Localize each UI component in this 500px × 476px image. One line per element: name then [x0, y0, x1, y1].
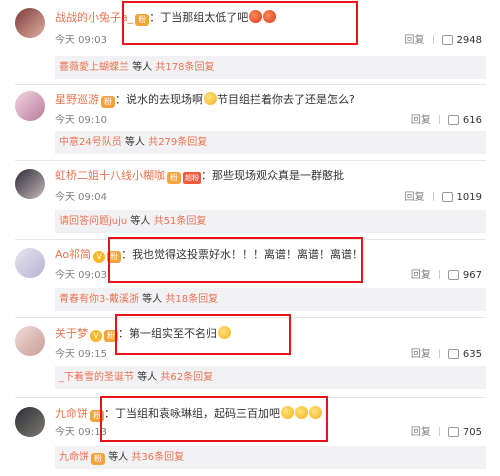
smile-emoji-icon [204, 92, 217, 105]
reply-count-link[interactable]: 共62条回复 [160, 372, 213, 383]
highlight-box [100, 396, 328, 442]
comment-text-2: 节目组拦着你去了还是怎么? [217, 93, 355, 106]
avatar[interactable] [15, 91, 45, 121]
thumb-up-icon[interactable] [441, 35, 453, 45]
reply-button[interactable]: 回复 [411, 349, 431, 360]
fan-badge-icon: 粉 [101, 96, 115, 108]
comment-actions: 回复 2948 [405, 31, 482, 46]
comment-actions: 回复 635 [411, 345, 482, 360]
reply-summary[interactable]: 青春有你3-戴溪浙 等人 共18条回复 [55, 288, 486, 311]
highlight-box [108, 237, 363, 283]
reply-button[interactable]: 回复 [405, 192, 425, 203]
comment-actions: 回复 705 [411, 423, 482, 438]
super-fan-badge: 超粉 [183, 172, 201, 184]
comment-actions: 回复 967 [411, 266, 482, 281]
avatar[interactable] [15, 169, 45, 199]
avatar[interactable] [15, 326, 45, 356]
like-count: 616 [462, 115, 482, 126]
fan-badge-icon: 粉 [91, 453, 105, 465]
comment-actions: 回复 1019 [405, 188, 482, 203]
avatar[interactable] [15, 407, 45, 437]
avatar[interactable] [15, 8, 45, 38]
verified-badge-icon: V [90, 330, 102, 342]
reply-summary[interactable]: 请回答问题juju 等人 共51条回复 [55, 210, 486, 233]
reply-summary[interactable]: 薔薇愛上蝴蝶兰 等人 共178条回复 [55, 56, 486, 79]
thumb-up-icon[interactable] [447, 115, 459, 125]
like-count: 635 [462, 349, 482, 360]
reply-count-link[interactable]: 共51条回复 [154, 216, 207, 227]
reply-button[interactable]: 回复 [411, 115, 431, 126]
thumb-up-icon[interactable] [447, 427, 459, 437]
like-count: 1019 [456, 192, 482, 203]
reply-count-link[interactable]: 共279条回复 [148, 137, 207, 148]
reply-button[interactable]: 回复 [411, 427, 431, 438]
username[interactable]: 九命饼 [55, 407, 88, 420]
comment-time: 今天 09:10 [55, 115, 107, 126]
reply-button[interactable]: 回复 [411, 270, 431, 281]
comment-time: 今天 09:04 [55, 192, 107, 203]
reply-count-link[interactable]: 共178条回复 [155, 62, 214, 73]
verified-badge-icon: V [93, 251, 106, 263]
reply-users[interactable]: 中意24号队员 [59, 137, 122, 148]
username[interactable]: Ao祁简 [55, 248, 91, 261]
reply-users[interactable]: 薔薇愛上蝴蝶兰 [59, 62, 129, 73]
thumb-up-icon[interactable] [441, 192, 453, 202]
reply-users[interactable]: 青春有你3-戴溪浙 [59, 294, 139, 305]
reply-users[interactable]: _下着雪的圣诞节 [59, 372, 134, 383]
like-count: 967 [462, 270, 482, 281]
highlight-box [115, 314, 291, 355]
username[interactable]: 虹桥二姐十八线小糊咖 [55, 169, 165, 182]
reply-summary[interactable]: 九命饼粉 等人 共36条回复 [55, 446, 486, 469]
reply-button[interactable]: 回复 [405, 35, 425, 46]
highlight-box [122, 1, 358, 45]
comment-text: 说水的去现场啊 [126, 93, 203, 106]
thumb-up-icon[interactable] [447, 349, 459, 359]
reply-count-link[interactable]: 共18条回复 [165, 294, 218, 305]
like-count: 2948 [456, 35, 482, 46]
reply-mid: 等人 [124, 137, 145, 148]
reply-mid: 等人 [130, 216, 151, 227]
comment-actions: 回复 616 [411, 111, 482, 126]
comment-time: 今天 09:03 [55, 35, 107, 46]
avatar[interactable] [15, 248, 45, 278]
like-count: 705 [462, 427, 482, 438]
reply-mid: 等人 [108, 452, 129, 463]
divider [15, 160, 486, 161]
reply-count-link[interactable]: 共36条回复 [131, 452, 184, 463]
reply-mid: 等人 [132, 62, 153, 73]
reply-mid: 等人 [137, 372, 158, 383]
reply-users[interactable]: 九命饼 [59, 452, 89, 463]
reply-mid: 等人 [142, 294, 163, 305]
thumb-up-icon[interactable] [447, 270, 459, 280]
reply-summary[interactable]: _下着雪的圣诞节 等人 共62条回复 [55, 366, 486, 389]
comment-text: 那些现场观众真是一群憨批 [212, 169, 344, 182]
comment-time: 今天 09:03 [55, 270, 107, 281]
divider [15, 84, 486, 85]
fan-badge-icon: 粉 [167, 172, 181, 184]
reply-users[interactable]: 请回答问题juju [59, 216, 127, 227]
reply-summary[interactable]: 中意24号队员 等人 共279条回复 [55, 131, 486, 154]
comment-time: 今天 09:15 [55, 349, 107, 360]
username[interactable]: 星野巡游 [55, 93, 99, 106]
username[interactable]: 关于梦 [55, 327, 88, 340]
